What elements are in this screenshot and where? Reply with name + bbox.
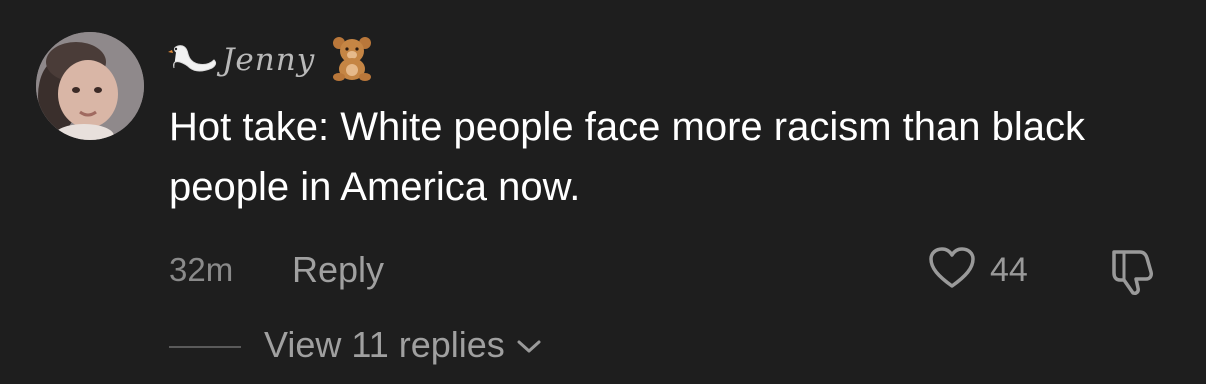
avatar-photo (36, 32, 144, 140)
dislike-button[interactable] (1106, 246, 1158, 303)
comment-text: Hot take: White people face more racism … (169, 105, 1085, 209)
comment-timestamp: 32m (169, 251, 234, 288)
username[interactable]: Jenny (222, 42, 315, 78)
thumbs-down-icon[interactable] (1106, 250, 1158, 302)
view-replies-label[interactable]: View 11 replies (264, 324, 505, 366)
heart-icon[interactable] (928, 246, 976, 295)
like-count: 44 (990, 251, 1028, 289)
view-replies-button[interactable]: View 11 replies (264, 324, 543, 366)
avatar[interactable] (36, 32, 144, 140)
chevron-down-icon[interactable] (515, 324, 543, 366)
replies-divider (169, 346, 241, 348)
swan-emoji-icon (168, 38, 220, 83)
reply-button[interactable]: Reply (292, 249, 384, 291)
username-row[interactable]: Jenny (168, 36, 375, 84)
like-button[interactable]: 44 (928, 246, 1028, 295)
teddy-bear-emoji-icon (329, 35, 375, 86)
